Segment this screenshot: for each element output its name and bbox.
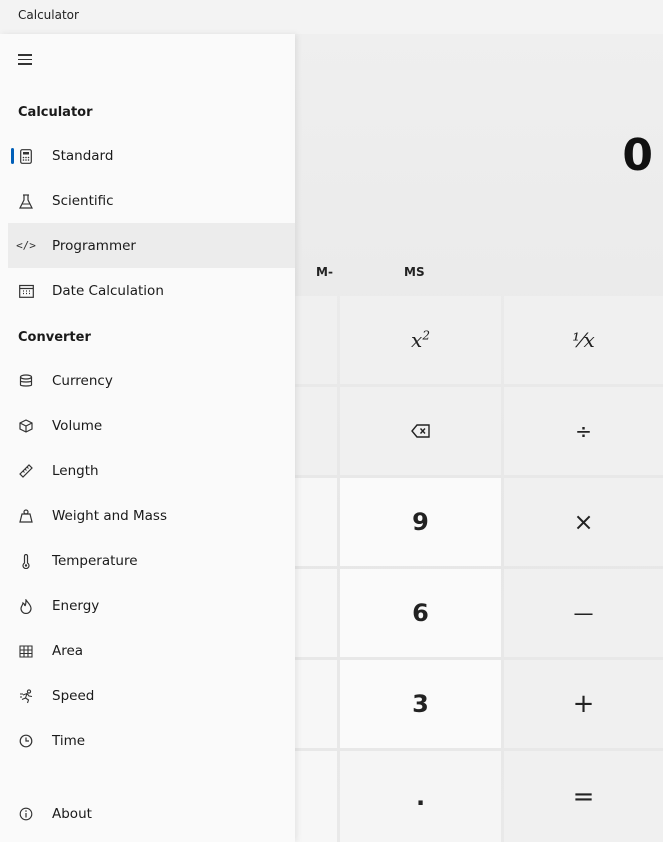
nav-item-standard[interactable]: Standard <box>8 136 295 176</box>
nav-item-label: Currency <box>52 373 113 389</box>
backspace-button[interactable] <box>340 387 501 475</box>
calculator-icon <box>18 148 34 164</box>
nav-item-label: Energy <box>52 598 100 614</box>
nav-item-area[interactable]: Area <box>8 631 295 671</box>
calendar-icon <box>18 283 34 299</box>
decimal-button[interactable]: . <box>340 751 501 842</box>
nav-item-weight-and-mass[interactable]: Weight and Mass <box>8 496 295 536</box>
reciprocal-button[interactable]: ⅟x <box>504 296 663 384</box>
weight-icon <box>18 508 34 524</box>
nav-item-about[interactable]: About <box>8 794 295 834</box>
nav-item-label: Area <box>52 643 84 659</box>
digit-9-button[interactable]: 9 <box>340 478 501 566</box>
equals-button[interactable]: = <box>504 751 663 842</box>
nav-item-temperature[interactable]: Temperature <box>8 541 295 581</box>
nav-item-volume[interactable]: Volume <box>8 406 295 446</box>
cube-icon <box>18 418 34 434</box>
nav-item-label: Weight and Mass <box>52 508 168 524</box>
ruler-icon <box>18 463 34 479</box>
reciprocal-button-label: ⅟x <box>572 328 595 352</box>
nav-item-date-calculation[interactable]: Date Calculation <box>8 271 295 311</box>
keypad-hidden-key[interactable] <box>295 660 337 748</box>
memory-store-button[interactable]: MS <box>404 265 425 279</box>
subtract-button[interactable]: — <box>504 569 663 657</box>
currency-icon <box>18 373 34 389</box>
flame-icon <box>18 598 34 614</box>
multiply-button[interactable]: × <box>504 478 663 566</box>
digit-3-button[interactable]: 3 <box>340 660 501 748</box>
flask-icon <box>18 193 34 209</box>
runner-icon <box>18 688 34 704</box>
window-title: Calculator <box>18 8 79 22</box>
square-button-label: x <box>411 328 423 352</box>
keypad-hidden-key[interactable] <box>295 569 337 657</box>
keypad: x2 ⅟x ÷ 9 × 6 — 3 + . = <box>295 296 663 842</box>
nav-item-speed[interactable]: Speed <box>8 676 295 716</box>
info-icon <box>18 806 34 822</box>
keypad-hidden-key[interactable] <box>295 296 337 384</box>
nav-item-label: Temperature <box>52 553 138 569</box>
backspace-icon <box>410 424 430 438</box>
nav-item-label: Programmer <box>52 237 136 254</box>
clock-icon <box>18 733 34 749</box>
title-bar: Calculator <box>0 0 663 34</box>
nav-item-label: Time <box>52 733 86 749</box>
nav-item-time[interactable]: Time <box>8 721 295 761</box>
nav-item-label: Length <box>52 463 99 479</box>
navigation-pane: Calculator Standard Scientific </> Progr… <box>0 34 295 842</box>
add-button[interactable]: + <box>504 660 663 748</box>
code-icon: </> <box>16 239 36 252</box>
square-button-exponent: 2 <box>422 328 430 343</box>
nav-item-programmer[interactable]: </> Programmer <box>8 223 295 268</box>
keypad-hidden-key[interactable] <box>295 478 337 566</box>
hamburger-menu-icon[interactable] <box>18 54 32 65</box>
memory-subtract-button[interactable]: M- <box>316 265 333 279</box>
calculator-section-header: Calculator <box>18 105 93 120</box>
nav-item-currency[interactable]: Currency <box>8 361 295 401</box>
nav-item-length[interactable]: Length <box>8 451 295 491</box>
converter-section-header: Converter <box>18 330 91 345</box>
nav-item-label: Date Calculation <box>52 283 164 299</box>
digit-6-button[interactable]: 6 <box>340 569 501 657</box>
area-grid-icon <box>18 643 34 659</box>
square-button[interactable]: x2 <box>340 296 501 384</box>
result-display: 0 <box>622 130 653 181</box>
keypad-hidden-key[interactable] <box>295 387 337 475</box>
keypad-hidden-key[interactable] <box>295 751 337 842</box>
nav-item-label: Scientific <box>52 193 114 209</box>
nav-item-label: Standard <box>52 148 114 164</box>
nav-item-label: Speed <box>52 688 95 704</box>
thermometer-icon <box>18 553 34 569</box>
divide-button[interactable]: ÷ <box>504 387 663 475</box>
nav-item-energy[interactable]: Energy <box>8 586 295 626</box>
nav-item-scientific[interactable]: Scientific <box>8 181 295 221</box>
nav-item-label: About <box>52 806 92 822</box>
nav-item-label: Volume <box>52 418 103 434</box>
